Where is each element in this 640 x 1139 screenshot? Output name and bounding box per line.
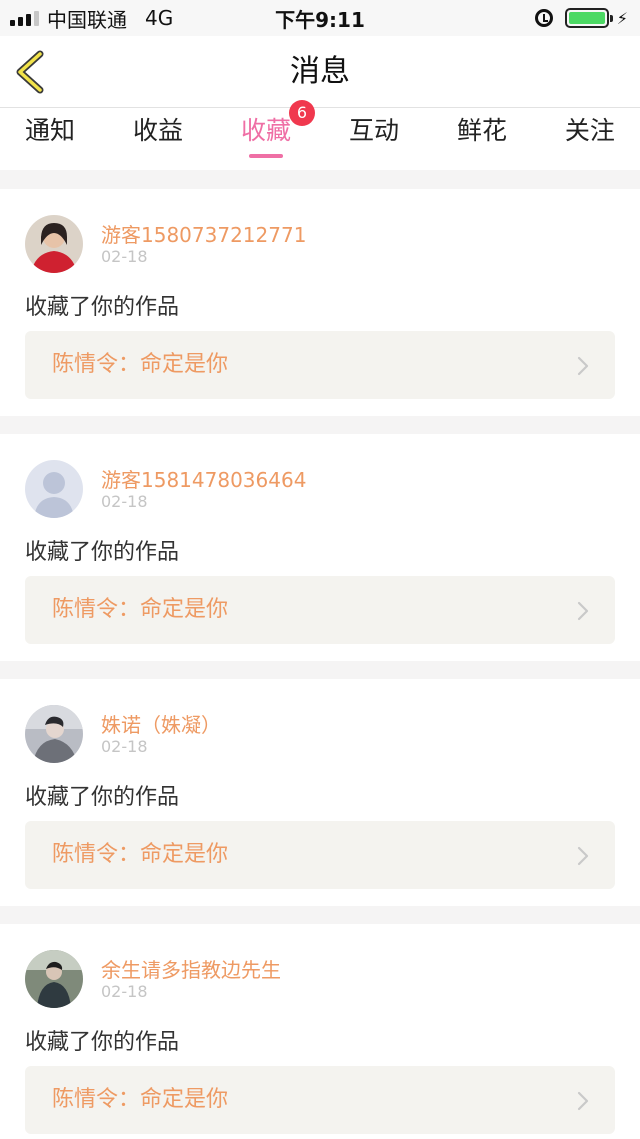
- work-title: 陈情令：命定是你: [52, 842, 229, 867]
- battery-icon: [564, 8, 613, 28]
- chevron-right-icon: [577, 846, 589, 866]
- back-button[interactable]: [10, 48, 54, 96]
- action-text: 收藏了你的作品: [25, 295, 180, 320]
- list-item: 游客1580737212771 02-18 收藏了你的作品 陈情令：命定是你: [0, 189, 640, 416]
- alarm-icon: [534, 9, 553, 27]
- user-name[interactable]: 游客1580737212771: [101, 219, 306, 248]
- message-list: 游客1580737212771 02-18 收藏了你的作品 陈情令：命定是你 游…: [0, 189, 640, 1139]
- network-type: 4G: [145, 6, 174, 30]
- unread-badge: 6: [288, 100, 315, 126]
- list-item: 姝诺（姝凝） 02-18 收藏了你的作品 陈情令：命定是你: [0, 679, 640, 906]
- action-text: 收藏了你的作品: [25, 540, 180, 565]
- action-text: 收藏了你的作品: [25, 785, 180, 810]
- work-title: 陈情令：命定是你: [52, 352, 229, 377]
- work-link[interactable]: 陈情令：命定是你: [25, 821, 615, 889]
- tab-label: 互动: [348, 116, 399, 145]
- work-link[interactable]: 陈情令：命定是你: [25, 331, 615, 399]
- action-text: 收藏了你的作品: [25, 1030, 180, 1055]
- nav-bar: 消息: [0, 36, 640, 108]
- avatar[interactable]: [25, 950, 83, 1008]
- message-date: 02-18: [101, 737, 148, 756]
- chevron-left-icon: [16, 50, 44, 94]
- active-tab-indicator: [248, 154, 283, 158]
- tab-bar: 通知 收益 收藏 6 互动 鲜花 关注: [0, 100, 640, 170]
- work-title: 陈情令：命定是你: [52, 1087, 229, 1112]
- carrier-name: 中国联通: [47, 7, 127, 32]
- work-link[interactable]: 陈情令：命定是你: [25, 1066, 615, 1134]
- page-title: 消息: [290, 54, 350, 89]
- avatar[interactable]: [25, 215, 83, 273]
- message-date: 02-18: [101, 492, 148, 511]
- tab-follow[interactable]: 关注: [565, 108, 615, 158]
- message-date: 02-18: [101, 247, 148, 266]
- chevron-right-icon: [577, 356, 589, 376]
- tab-earnings[interactable]: 收益: [133, 108, 183, 158]
- tab-label: 鲜花: [456, 116, 507, 145]
- avatar[interactable]: [25, 705, 83, 763]
- work-title: 陈情令：命定是你: [52, 597, 229, 622]
- tab-label: 关注: [564, 116, 615, 145]
- user-name[interactable]: 游客1581478036464: [101, 464, 306, 493]
- message-date: 02-18: [101, 982, 148, 1001]
- signal-icon: [10, 10, 39, 26]
- user-name[interactable]: 姝诺（姝凝）: [101, 709, 221, 738]
- tab-label: 收益: [132, 116, 183, 145]
- tab-favorites[interactable]: 收藏 6: [240, 100, 315, 158]
- avatar[interactable]: [25, 460, 83, 518]
- charging-icon: ⚡: [616, 8, 628, 28]
- tab-interactions[interactable]: 互动: [349, 108, 399, 158]
- list-item: 余生请多指教边先生 02-18 收藏了你的作品 陈情令：命定是你: [0, 924, 640, 1139]
- status-bar: 中国联通 4G 下午9:11 ⚡: [0, 0, 640, 36]
- chevron-right-icon: [577, 1091, 589, 1111]
- tab-label: 收藏: [240, 116, 291, 145]
- tab-notice[interactable]: 通知: [25, 108, 75, 158]
- user-name[interactable]: 余生请多指教边先生: [101, 954, 281, 983]
- list-item: 游客1581478036464 02-18 收藏了你的作品 陈情令：命定是你: [0, 434, 640, 661]
- work-link[interactable]: 陈情令：命定是你: [25, 576, 615, 644]
- chevron-right-icon: [577, 601, 589, 621]
- tab-flowers[interactable]: 鲜花: [457, 108, 507, 158]
- tab-label: 通知: [25, 116, 76, 145]
